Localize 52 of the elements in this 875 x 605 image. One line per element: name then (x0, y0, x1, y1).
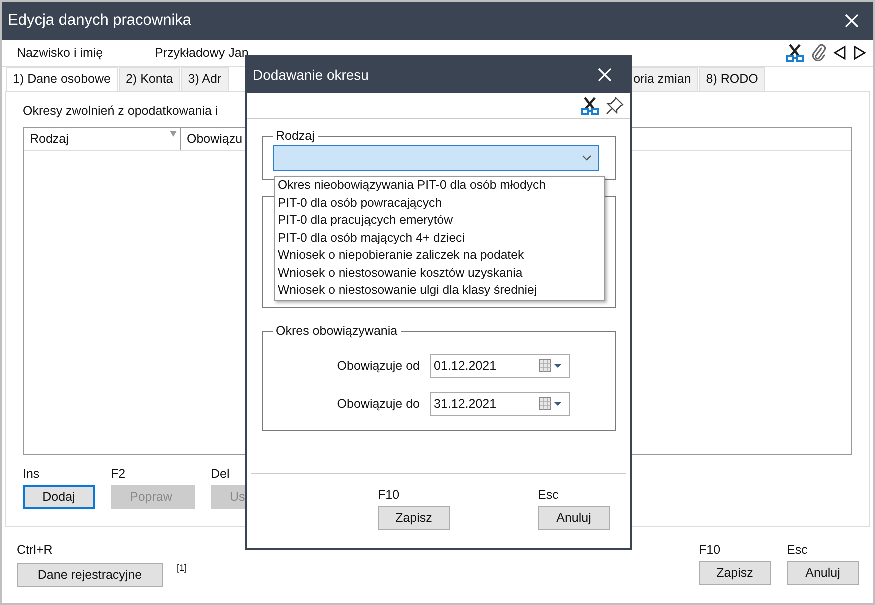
dropdown-option[interactable]: Wniosek o niestosowanie ulgi dla klasy średniej (275, 282, 604, 300)
dropdown-option[interactable]: Wniosek o niepobieranie zaliczek na podatek (275, 247, 604, 264)
scissors-icon[interactable] (580, 96, 600, 116)
dropdown-option[interactable]: Wniosek o niestosowanie kosztów uzyskania (275, 264, 604, 282)
shortcut-label: Ins (23, 467, 41, 481)
calendar-icon[interactable] (539, 359, 565, 373)
footer-button[interactable]: Zapisz (699, 561, 771, 585)
close-icon[interactable] (845, 14, 859, 28)
group-title: Okres obowiązywania (275, 324, 399, 338)
shortcut-label: Esc (538, 488, 560, 502)
next-icon[interactable] (853, 45, 867, 61)
close-icon[interactable] (598, 68, 612, 82)
field-label: Obowiązuje od (336, 359, 420, 373)
window-title: Edycja danych pracownika (8, 12, 192, 30)
chevron-icon[interactable] (582, 155, 592, 161)
shortcut-label: F10 (699, 543, 722, 557)
note-mark: [1] (177, 563, 188, 573)
registration-button[interactable]: Dane rejestracyjne (17, 563, 163, 587)
tab[interactable]: 3) Adr (181, 67, 229, 91)
calendar-icon[interactable] (539, 397, 565, 411)
footer-button[interactable]: Anuluj (787, 561, 859, 585)
dropdown-option[interactable]: Okres nieobowiązywania PIT-0 dla osób młodych (275, 177, 604, 194)
dropdown-option[interactable]: PIT-0 dla osób mających 4+ dzieci (275, 230, 604, 247)
group-title: Rodzaj (275, 129, 316, 143)
dialog-button[interactable]: Anuluj (538, 506, 610, 530)
date-field[interactable]: 31.12.2021 (430, 392, 570, 416)
previous-icon[interactable] (833, 45, 847, 61)
dialog-button[interactable]: Zapisz (378, 506, 450, 530)
shortcut-label: Esc (787, 543, 809, 557)
field-value: Przykładowy Jan (155, 46, 249, 60)
shortcut-label: F2 (111, 467, 127, 481)
shortcut-label: F10 (378, 488, 401, 502)
field-label: Nazwisko i imię (17, 46, 104, 60)
dropdown-field[interactable] (273, 145, 599, 171)
scissors-icon[interactable] (785, 43, 805, 63)
shortcut-label: Ctrl+R (17, 543, 54, 557)
filter-icon[interactable] (170, 131, 177, 138)
dropdown-option[interactable]: PIT-0 dla pracujących emerytów (275, 212, 604, 230)
shortcut-label: Del (211, 467, 231, 481)
field-label: Obowiązuje do (336, 397, 420, 411)
pin-icon[interactable] (606, 96, 624, 114)
tab[interactable]: 1) Dane osobowe (6, 67, 118, 91)
dropdown-option[interactable]: PIT-0 dla osób powracających (275, 194, 604, 212)
tab[interactable]: 2) Konta (118, 67, 180, 91)
dialog-title: Dodawanie okresu (253, 67, 369, 83)
tab[interactable]: 8) RODO (699, 67, 766, 91)
column-header[interactable]: Obowiązu (181, 128, 243, 150)
section-title: Okresy zwolnień z opodatkowania i (23, 104, 218, 118)
paperclip-icon[interactable] (811, 44, 827, 62)
column-header[interactable]: Rodzaj (24, 128, 181, 150)
action-button[interactable]: Dodaj (23, 485, 95, 509)
date-field[interactable]: 01.12.2021 (430, 354, 570, 378)
